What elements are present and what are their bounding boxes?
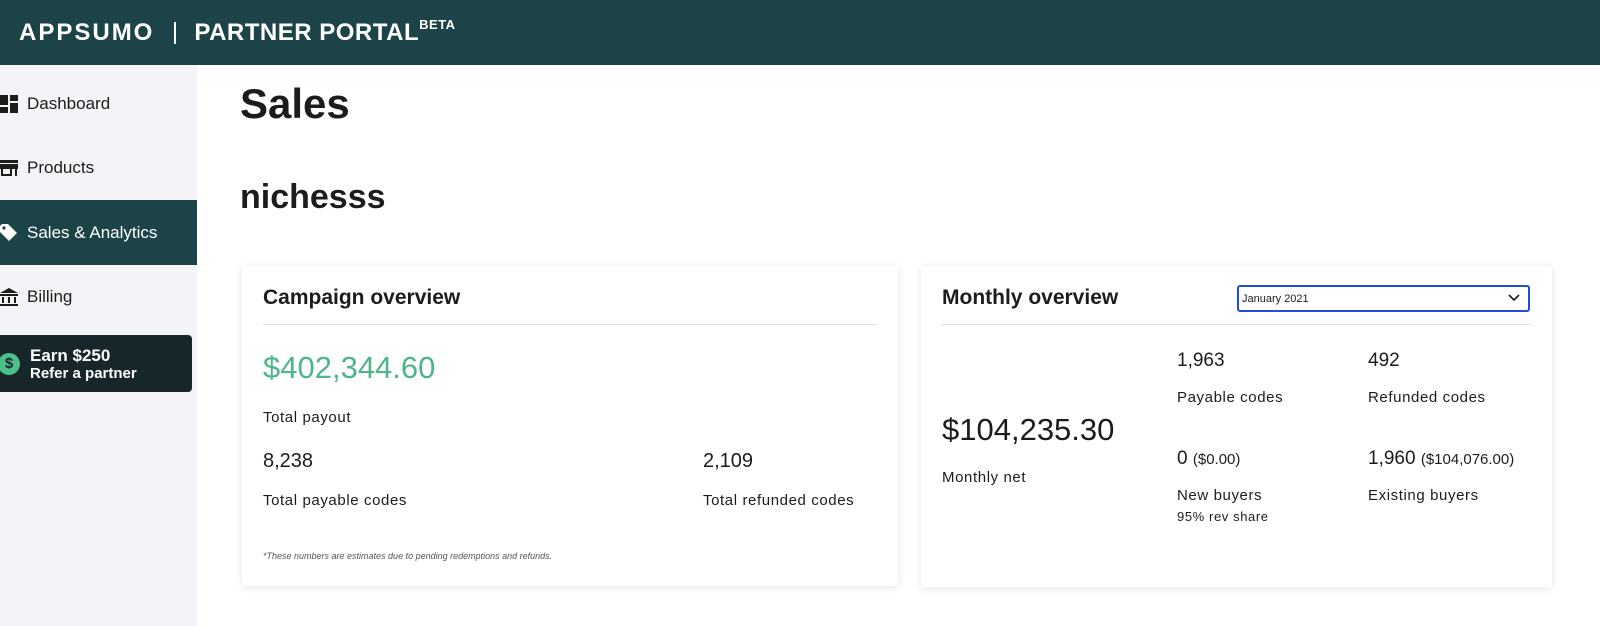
sidebar-item-billing[interactable]: Billing <box>0 264 197 329</box>
header-divider <box>174 21 177 44</box>
dollar-coin-icon: $ <box>0 352 20 375</box>
sidebar-item-label: Dashboard <box>27 93 111 113</box>
portal-title-text: PARTNER PORTAL <box>194 18 420 46</box>
monthly-net-label: Monthly net <box>942 469 1027 486</box>
monthly-net-value: $104,235.30 <box>942 412 1115 447</box>
card-title: Campaign overview <box>263 286 461 309</box>
new-buyers-count: 0 <box>1177 448 1188 469</box>
total-payable-codes-label: Total payable codes <box>263 492 407 509</box>
existing-buyers-label: Existing buyers <box>1368 487 1479 504</box>
sidebar-item-label: Products <box>27 157 95 177</box>
company-name: nichesss <box>240 178 386 216</box>
estimate-note: *These numbers are estimates due to pend… <box>263 551 553 561</box>
refunded-codes-label: Refunded codes <box>1368 389 1486 406</box>
existing-buyers-amount: ($104,076.00) <box>1420 451 1515 468</box>
sidebar-item-label: Sales & Analytics <box>27 222 158 242</box>
refunded-codes-value: 492 <box>1368 350 1400 371</box>
top-bar: APPSUMO PARTNER PORTALBETA <box>0 0 1600 65</box>
new-buyers-amount: ($0.00) <box>1192 451 1241 468</box>
earn-title: Earn $250 <box>30 345 111 365</box>
month-select[interactable]: January 2021 <box>1237 285 1530 312</box>
dashboard-icon <box>0 94 18 113</box>
sidebar-item-label: Billing <box>27 286 73 306</box>
chevron-down-icon <box>1508 293 1520 305</box>
total-payable-codes-value: 8,238 <box>263 450 314 472</box>
refer-partner-text: Earn $250 Refer a partner <box>30 346 137 382</box>
new-buyers-label: New buyers <box>1177 487 1263 504</box>
sidebar-item-dashboard[interactable]: Dashboard <box>0 71 197 136</box>
sidebar: Dashboard Products Sales & Analytics Bil… <box>0 65 197 626</box>
tag-icon <box>0 223 18 242</box>
page-title: Sales <box>240 80 350 127</box>
earn-subtitle: Refer a partner <box>30 364 137 382</box>
total-payout-label: Total payout <box>263 409 352 426</box>
total-refunded-codes-label: Total refunded codes <box>703 492 855 509</box>
appsumo-logo[interactable]: APPSUMO <box>19 19 154 47</box>
total-refunded-codes-value: 2,109 <box>703 450 754 472</box>
monthly-overview-card: Monthly overview January 2021 $104,235.3… <box>921 266 1552 587</box>
rev-share-note: 95% rev share <box>1177 509 1269 524</box>
portal-title: PARTNER PORTALBETA <box>194 16 456 47</box>
existing-buyers-count: 1,960 <box>1368 448 1416 469</box>
beta-badge: BETA <box>419 16 456 32</box>
refer-partner-button[interactable]: $ Earn $250 Refer a partner <box>0 335 192 392</box>
sidebar-item-products[interactable]: Products <box>0 135 197 200</box>
card-divider <box>263 324 877 325</box>
total-payout-value: $402,344.60 <box>263 350 436 385</box>
bank-icon <box>0 287 18 306</box>
sidebar-item-sales-analytics[interactable]: Sales & Analytics <box>0 200 197 265</box>
payable-codes-label: Payable codes <box>1177 389 1284 406</box>
campaign-overview-card: Campaign overview $402,344.60 Total payo… <box>242 266 898 586</box>
card-divider <box>942 324 1531 325</box>
existing-buyers-value: 1,960 ($104,076.00) <box>1368 448 1514 470</box>
payable-codes-value: 1,963 <box>1177 350 1225 371</box>
card-title: Monthly overview <box>942 286 1119 309</box>
new-buyers-value: 0 ($0.00) <box>1177 448 1240 470</box>
month-select-value: January 2021 <box>1242 292 1309 305</box>
store-icon <box>0 159 18 177</box>
